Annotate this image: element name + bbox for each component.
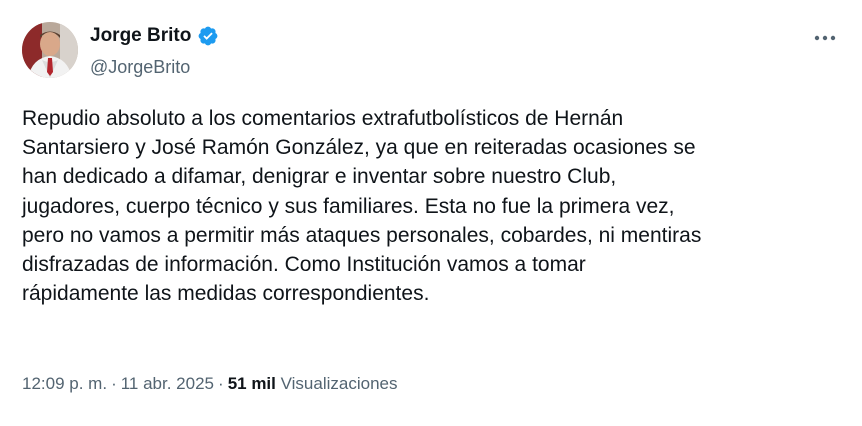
author-name-row: Jorge Brito: [90, 24, 219, 48]
author-display-name[interactable]: Jorge Brito: [90, 24, 191, 48]
verified-badge-icon: [197, 25, 219, 47]
meta-separator: ·: [218, 374, 224, 393]
avatar[interactable]: [22, 22, 78, 78]
tweet-meta: 12:09 p. m. · 11 abr. 2025 · 51 mil Visualiz…: [22, 372, 398, 396]
avatar-image: [22, 22, 78, 78]
tweet-text: Repudio absoluto a los comentarios extra…: [22, 107, 702, 306]
author-handle[interactable]: @JorgeBrito: [90, 56, 190, 78]
more-horizontal-icon: [814, 35, 836, 41]
views-label: Visualizaciones: [280, 374, 398, 393]
tweet-card: Jorge Brito @JorgeBrito Repudio absoluto…: [0, 0, 862, 426]
tweet-date[interactable]: 11 abr. 2025: [121, 374, 214, 393]
tweet-time[interactable]: 12:09 p. m.: [22, 374, 107, 393]
meta-separator: ·: [111, 374, 117, 393]
more-options-button[interactable]: [808, 26, 842, 50]
views-count: 51 mil: [227, 374, 276, 393]
